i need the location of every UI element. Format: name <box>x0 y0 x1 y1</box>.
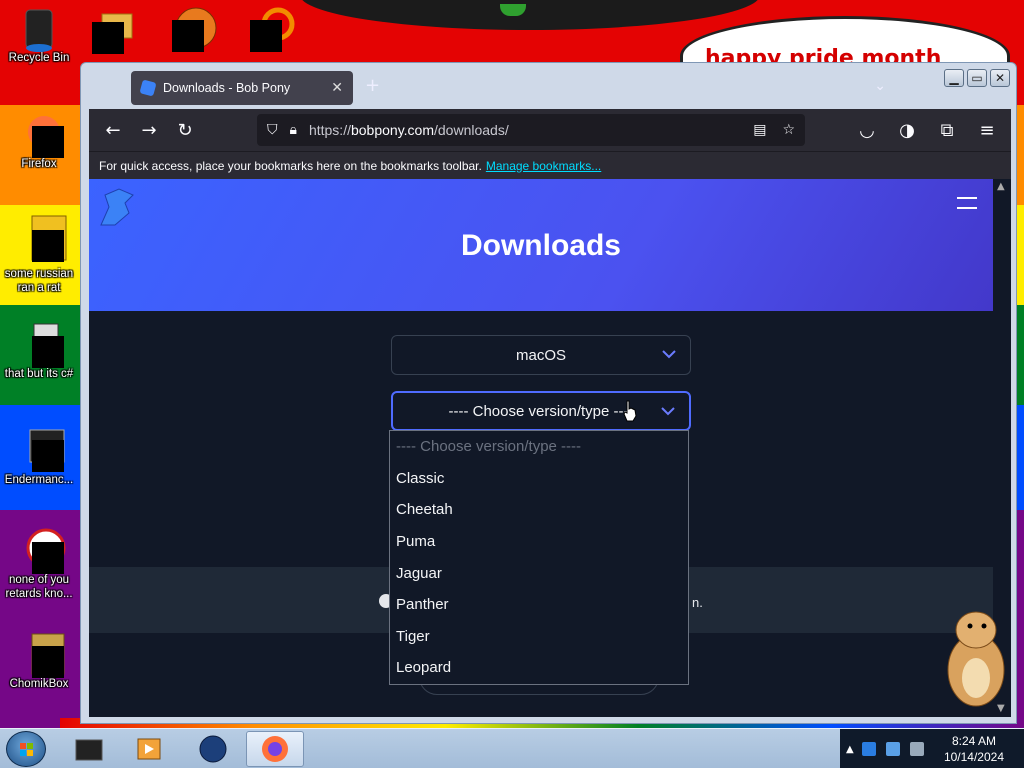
page-title: Downloads <box>460 229 621 262</box>
desktop-icon-chomikbox[interactable]: ChomikBox <box>0 632 78 691</box>
hamburger-menu-icon[interactable] <box>957 197 977 209</box>
close-button[interactable]: ✕ <box>990 69 1010 87</box>
tracking-shield-icon[interactable]: ⛉ <box>267 122 278 138</box>
desktop-icon-none-of-you[interactable]: none of you retards kno... <box>0 528 78 601</box>
desktop-icon-endermanch[interactable]: Endermanc... <box>0 428 78 487</box>
desktop-icon-firefox[interactable]: Firefox <box>0 112 78 171</box>
forward-icon[interactable]: → <box>131 114 167 146</box>
desktop-icon-app3[interactable] <box>250 6 296 52</box>
desktop-icon-csharp[interactable]: that but its c# <box>0 322 78 381</box>
lock-icon[interactable]: 🔒︎ <box>290 122 297 138</box>
taskbar: ▲ 8:24 AM 10/14/2024 <box>0 728 1024 768</box>
desktop-icon-label: ChomikBox <box>9 678 69 690</box>
bookmark-star-icon[interactable]: ☆ <box>782 122 795 138</box>
url-host: bobpony.com <box>350 122 434 138</box>
taskbar-app-globe[interactable] <box>184 731 242 767</box>
desktop-icon-label: Endermanc... <box>4 474 74 486</box>
start-button[interactable] <box>6 731 46 767</box>
hand-cursor-icon <box>623 400 637 422</box>
clock-date: 10/14/2024 <box>943 750 1004 764</box>
media-player-icon <box>137 738 161 760</box>
window-controls: ▁ ▭ ✕ <box>944 69 1010 87</box>
globe-icon <box>199 735 227 763</box>
dropdown-option[interactable]: Tiger <box>390 621 688 653</box>
new-tab-button[interactable]: + <box>365 75 380 96</box>
show-hidden-icons-icon[interactable]: ▲ <box>846 744 854 755</box>
desktop-icon-label: some russian ran a rat <box>4 268 74 294</box>
desktop-icon-label: Firefox <box>21 158 57 170</box>
tab-close-icon[interactable]: ✕ <box>331 80 343 96</box>
os-select[interactable]: macOS <box>391 335 691 375</box>
dropdown-option[interactable]: Leopard <box>390 652 688 684</box>
desktop-icon-label: that but its c# <box>4 368 74 380</box>
dropdown-option[interactable]: Jaguar <box>390 557 688 589</box>
bookmarks-toolbar: For quick access, place your bookmarks h… <box>89 151 1011 179</box>
tab-title: Downloads - Bob Pony <box>163 81 291 95</box>
windows-logo-icon <box>20 743 33 756</box>
tray-app-icon[interactable] <box>861 742 876 756</box>
list-all-tabs-icon[interactable]: ⌄ <box>874 77 886 94</box>
maximize-button[interactable]: ▭ <box>967 69 987 87</box>
scroll-up-icon[interactable]: ▲ <box>997 181 1005 192</box>
taskbar-app-media-player[interactable] <box>120 731 178 767</box>
dropdown-option[interactable]: Cheetah <box>390 494 688 526</box>
desktop-icon-app2[interactable] <box>172 6 218 52</box>
chevron-down-icon <box>662 350 676 359</box>
dropdown-option[interactable]: Panther <box>390 589 688 621</box>
menu-icon[interactable]: ≡ <box>969 114 1005 146</box>
bookmarks-hint: For quick access, place your bookmarks h… <box>99 158 482 173</box>
browser-tab[interactable]: Downloads - Bob Pony ✕ <box>131 71 353 105</box>
page-hero: Downloads <box>89 179 993 311</box>
nav-toolbar: ← → ↻ ⛉ 🔒︎ https://bobpony.com/downloads… <box>89 109 1011 151</box>
desktop-icon-folder[interactable] <box>92 8 138 54</box>
chevron-down-icon <box>661 407 675 416</box>
dropdown-option[interactable]: Classic <box>390 463 688 495</box>
desktop-icon-russian[interactable]: some russian ran a rat <box>0 214 78 295</box>
back-icon[interactable]: ← <box>95 114 131 146</box>
dropdown-option[interactable]: ---- Choose version/type ---- <box>390 431 688 463</box>
minimize-button[interactable]: ▁ <box>944 69 964 87</box>
desktop-icon-recycle-bin[interactable]: Recycle Bin <box>0 6 78 65</box>
clock-time: 8:24 AM <box>951 734 996 748</box>
dropdown-option[interactable]: Puma <box>390 526 688 558</box>
terminal-icon <box>75 739 103 761</box>
url-bar[interactable]: ⛉ 🔒︎ https://bobpony.com/downloads/ ▤ ☆ <box>257 114 805 146</box>
pocket-icon[interactable]: ◡ <box>849 114 885 146</box>
taskbar-app-terminal[interactable] <box>60 731 118 767</box>
extensions-icon[interactable]: ⧉ <box>929 114 965 146</box>
reader-view-icon[interactable]: ▤ <box>753 122 766 138</box>
footer-text: n. <box>692 595 703 610</box>
volume-icon[interactable] <box>909 742 924 756</box>
os-select-value: macOS <box>515 346 566 364</box>
reload-icon[interactable]: ↻ <box>167 114 203 146</box>
firefox-icon <box>262 736 288 762</box>
version-select[interactable]: ---- Choose version/type ---- <box>391 391 691 431</box>
url-path: /downloads/ <box>434 122 509 138</box>
desktop-icon-label: none of you retards kno... <box>5 574 73 600</box>
account-icon[interactable]: ◑ <box>889 114 925 146</box>
version-dropdown-list: ---- Choose version/type ---- Classic Ch… <box>389 430 689 685</box>
hamster-pet-icon <box>947 611 1005 707</box>
taskbar-app-firefox[interactable] <box>246 731 304 767</box>
manage-bookmarks-link[interactable]: Manage bookmarks... <box>486 159 601 173</box>
network-icon[interactable] <box>885 742 900 756</box>
clock[interactable]: 8:24 AM 10/14/2024 <box>944 733 1004 765</box>
bobpony-logo-icon[interactable] <box>95 185 139 229</box>
url-scheme: https:// <box>308 122 351 138</box>
recycle-bin-icon <box>25 9 53 52</box>
bobpony-favicon-icon <box>139 79 157 97</box>
version-select-value: ---- Choose version/type ---- <box>448 402 634 420</box>
